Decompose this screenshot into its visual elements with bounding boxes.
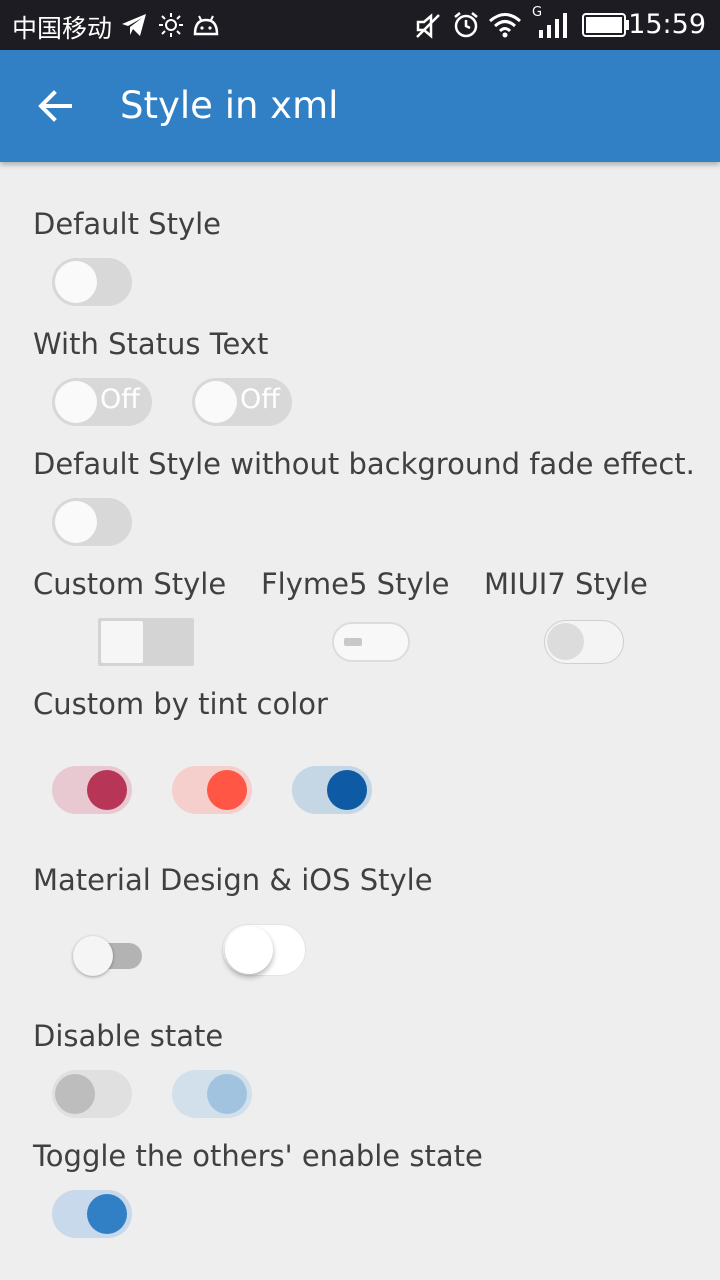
disabled-switch-on[interactable] [172,1070,252,1118]
status-text-switch-2[interactable]: Off [192,378,292,426]
switch-thumb [195,381,237,423]
alarm-icon [454,12,478,38]
material-ios-label: Material Design & iOS Style [33,863,433,897]
default-style-label: Default Style [33,207,222,241]
default-style-switch[interactable] [52,258,132,306]
switch-thumb [327,770,367,810]
switch-thumb [55,501,97,543]
switch-thumb [55,261,97,303]
material-design-switch[interactable] [73,936,142,976]
switch-thumb [55,1074,95,1114]
switch-thumb [55,381,97,423]
custom-style-label: Custom Style [33,567,227,601]
page-title: Style in xml [120,84,339,127]
switch-thumb [101,621,143,663]
toggle-others-label: Toggle the others' enable state [33,1139,483,1173]
app-bar: Style in xml [0,50,720,162]
flyme-style-switch[interactable] [332,622,410,662]
status-text-switch-1[interactable]: Off [52,378,152,426]
mute-icon [416,13,440,39]
switch-status-text: Off [240,384,280,415]
status-bar: 中国移动 G 15:59 [0,0,720,50]
custom-style-switch[interactable] [98,618,194,666]
ios-style-switch[interactable] [222,924,306,976]
no-fade-label: Default Style without background fade ef… [33,447,695,481]
switch-status-text: Off [100,384,140,415]
carrier-label: 中国移动 [12,14,113,43]
battery-icon [582,13,629,37]
miui-style-label: MIUI7 Style [484,567,648,601]
back-arrow-icon[interactable] [36,86,76,126]
telegram-icon [122,14,146,36]
tint-switch-red[interactable] [52,766,132,814]
switch-thumb [547,623,584,660]
switch-thumb [344,638,362,646]
miui-style-switch[interactable] [544,620,624,664]
tint-color-label: Custom by tint color [33,687,328,721]
android-icon [193,15,219,36]
disabled-switch-off[interactable] [52,1070,132,1118]
status-text-label: With Status Text [33,327,269,361]
switch-thumb [87,1194,127,1234]
switch-thumb [73,936,113,976]
switch-thumb [207,770,247,810]
switch-thumb [225,926,273,974]
signal-icon [539,13,567,38]
switch-thumb [87,770,127,810]
tint-switch-orange[interactable] [172,766,252,814]
tint-switch-blue[interactable] [292,766,372,814]
toggle-others-switch[interactable] [52,1190,132,1238]
wifi-icon [489,13,521,38]
switch-thumb [207,1074,247,1114]
brightness-icon [159,13,183,37]
flyme-style-label: Flyme5 Style [261,567,450,601]
no-fade-switch[interactable] [52,498,132,546]
clock: 15:59 [628,9,706,40]
disable-state-label: Disable state [33,1019,224,1053]
